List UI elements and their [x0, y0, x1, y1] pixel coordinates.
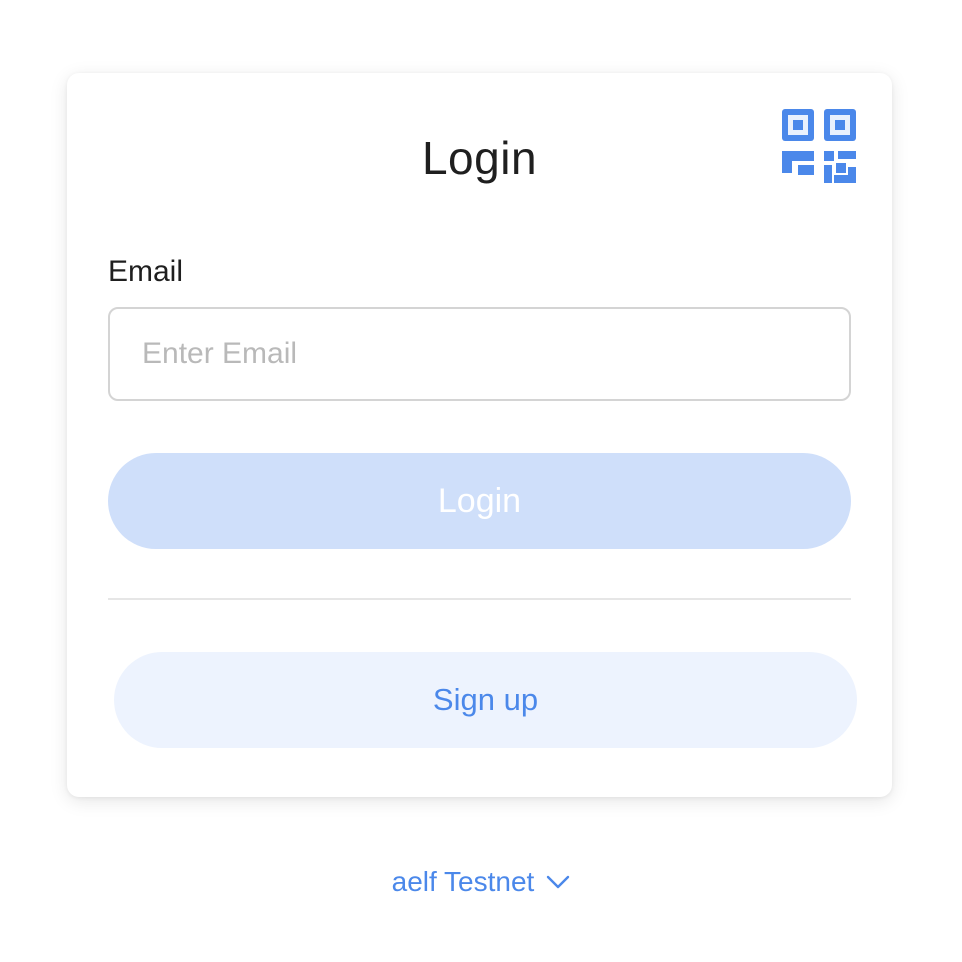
page-title: Login [421, 132, 538, 184]
signup-button[interactable]: Sign up [114, 652, 857, 748]
divider [108, 598, 851, 600]
email-label: Email [108, 255, 184, 288]
login-button[interactable]: Login [108, 453, 851, 549]
network-label: aelf Testnet [391, 866, 535, 897]
chevron-down-icon [546, 874, 570, 890]
network-selector[interactable]: aelf Testnet [392, 866, 571, 898]
network-selector-row: aelf Testnet [0, 866, 962, 898]
login-card: Login Email Login Sign up [67, 73, 892, 797]
email-field[interactable] [108, 307, 851, 401]
